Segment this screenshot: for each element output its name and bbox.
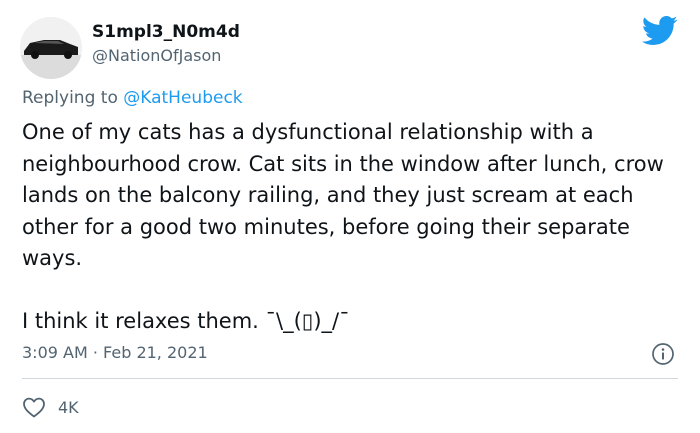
display-name[interactable]: S1mpl3_N0m4d [92,22,240,42]
divider [22,378,678,379]
twitter-bird-icon[interactable] [642,16,678,46]
info-icon[interactable] [651,342,675,366]
reply-mention-link[interactable]: @KatHeubeck [123,88,242,108]
like-count: 4K [58,397,79,417]
avatar[interactable] [20,17,82,79]
car-avatar-image [20,17,82,79]
heart-icon[interactable] [22,396,46,418]
reply-context: Replying to @KatHeubeck [22,88,243,108]
like-button[interactable]: 4K [22,394,79,420]
tweet-text: One of my cats has a dysfunctional relat… [22,117,682,337]
tweet-paragraph: I think it relaxes them. ¯\_(▯)_/¯ [22,308,350,333]
tweet-timestamp[interactable]: 3:09 AM · Feb 21, 2021 [22,343,208,362]
reply-prefix: Replying to [22,88,118,108]
tweet-card: S1mpl3_N0m4d @NationOfJason Replying to … [0,0,700,433]
user-handle[interactable]: @NationOfJason [92,46,221,65]
tweet-paragraph: One of my cats has a dysfunctional relat… [22,120,664,270]
